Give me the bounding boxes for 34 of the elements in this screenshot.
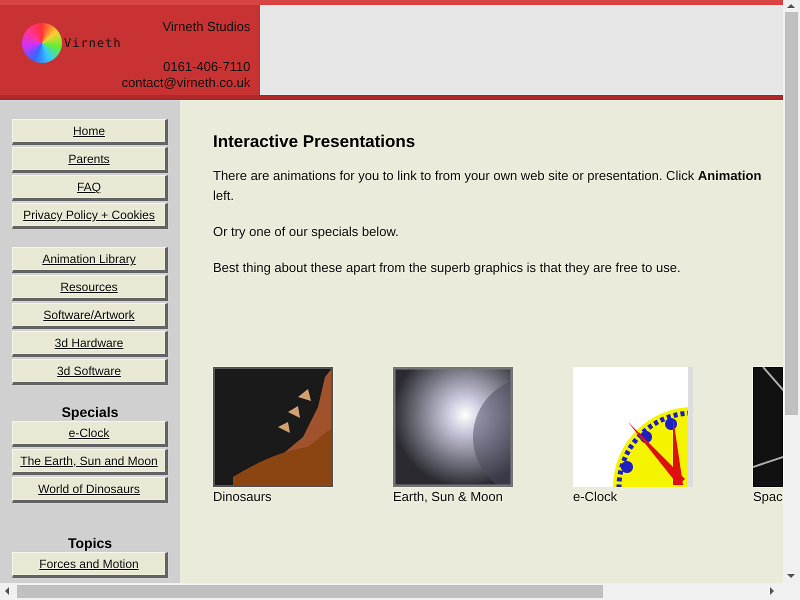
paragraph: Best thing about these apart from the superb graphics is that they are free to use. — [213, 259, 682, 277]
scrollbar-thumb[interactable] — [17, 585, 603, 598]
paragraph: Or try one of our specials below. — [213, 223, 400, 241]
company-name: Virneth Studios — [162, 19, 250, 34]
section-heading: Specials — [60, 403, 120, 421]
paragraph: There are animations for you to link to from your own web site or presentation. Click Animation left. — [213, 167, 762, 205]
nav-button[interactable]: 3d Software — [12, 359, 168, 385]
scroll-up-icon[interactable] — [787, 4, 795, 8]
thumbnail-caption: Dinosaurs — [213, 489, 273, 504]
section-heading: Topics — [66, 534, 114, 552]
email-address: contact@virneth.co.uk — [122, 75, 250, 91]
nav-button[interactable]: Software/Artwork — [12, 303, 168, 329]
thumbnail-caption: Earth, Sun & Moon — [393, 489, 504, 504]
nav-button[interactable]: Home — [12, 119, 168, 145]
nav-button[interactable]: Parents — [12, 147, 168, 173]
nav-button[interactable]: 3d Hardware — [12, 331, 168, 357]
thumbnail-caption: e-Clock — [573, 489, 618, 504]
logo-icon — [22, 23, 62, 63]
nav-button[interactable]: Forces and Motion — [12, 552, 168, 578]
scroll-down-icon[interactable] — [787, 574, 795, 578]
nav-button[interactable]: The Earth, Sun and Moon — [12, 449, 168, 475]
logo-text: Virneth — [64, 36, 122, 50]
scroll-right-icon[interactable] — [770, 587, 774, 595]
nav-button[interactable]: FAQ — [12, 175, 168, 201]
page-title: Interactive Presentations — [213, 132, 416, 152]
scrollbar-thumb[interactable] — [785, 12, 798, 415]
nav-button[interactable]: World of Dinosaurs — [12, 477, 168, 503]
nav-button[interactable]: Animation Library — [12, 247, 168, 273]
phone-number: 0161-406-7110 — [163, 59, 250, 75]
thumbnail-caption: Spac — [753, 489, 783, 504]
nav-button[interactable]: e-Clock — [12, 421, 168, 447]
nav-button[interactable]: Resources — [12, 275, 168, 301]
nav-button[interactable]: Privacy Policy + Cookies — [12, 203, 168, 229]
scroll-left-icon[interactable] — [5, 587, 9, 595]
